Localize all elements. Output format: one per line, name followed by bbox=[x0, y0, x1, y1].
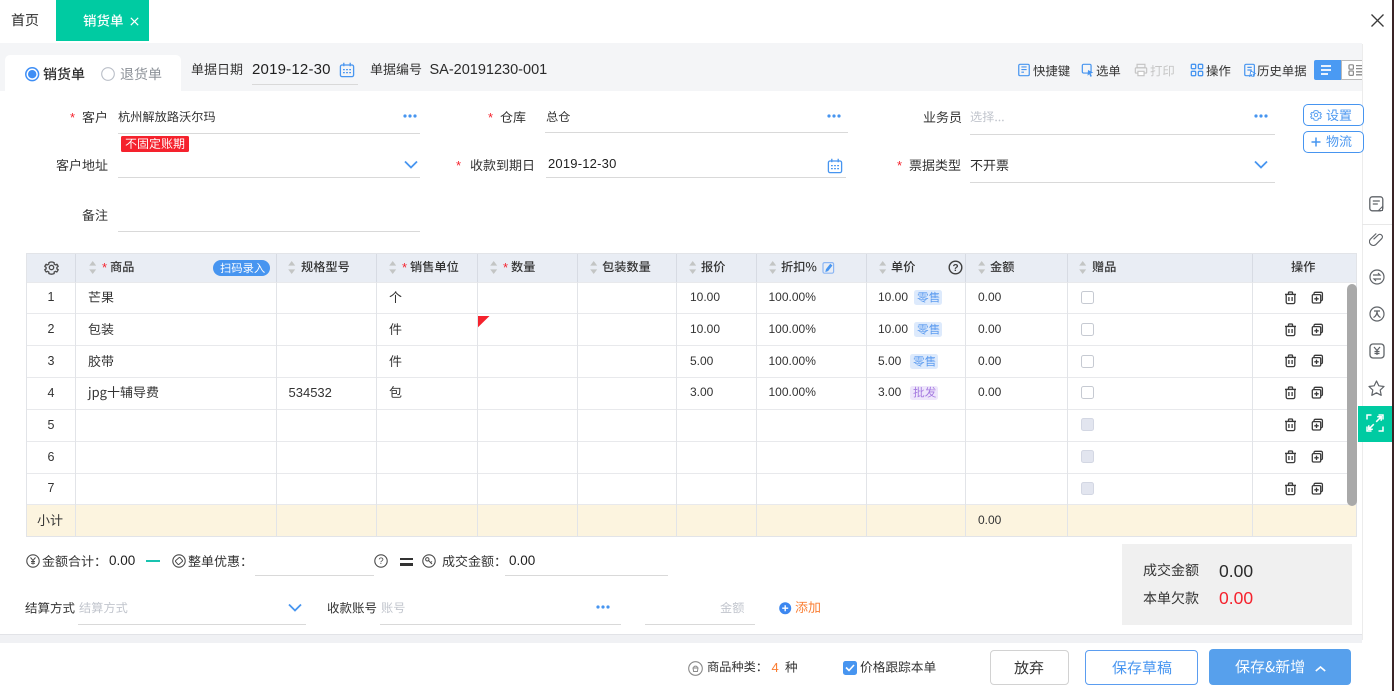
svg-text:?: ? bbox=[952, 263, 958, 274]
svg-text:?: ? bbox=[378, 556, 383, 567]
